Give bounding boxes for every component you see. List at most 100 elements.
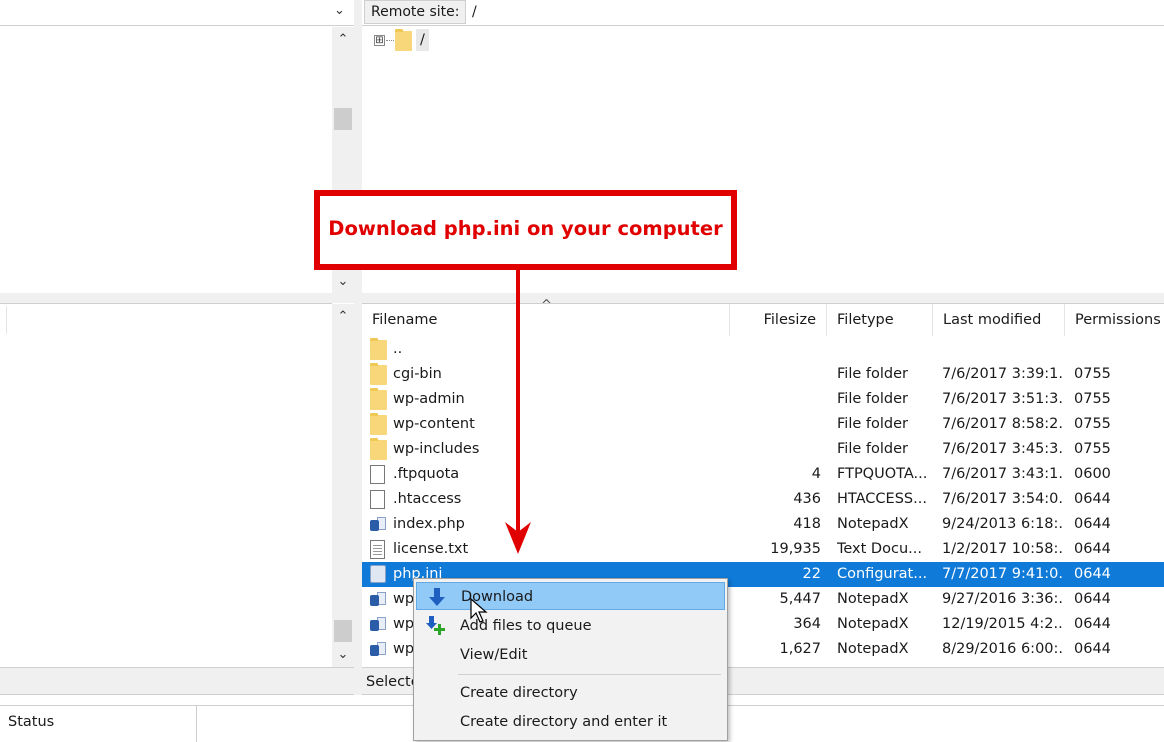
column-filesize[interactable]: Filesize bbox=[730, 304, 827, 336]
scroll-down-icon[interactable]: ⌄ bbox=[332, 269, 354, 293]
file-row[interactable]: .. bbox=[362, 337, 1164, 362]
local-file-list[interactable]: ⌃ ⌄ bbox=[0, 303, 354, 668]
scroll-down-icon[interactable]: ⌄ bbox=[332, 642, 354, 666]
file-type: File folder bbox=[837, 416, 908, 432]
menu-item-view-edit[interactable]: View/Edit bbox=[416, 641, 725, 669]
vertical-splitter[interactable] bbox=[354, 303, 362, 695]
file-type: Configurat... bbox=[837, 566, 928, 582]
file-name: wp-content bbox=[393, 416, 475, 432]
file-size bbox=[730, 412, 821, 437]
folder-icon bbox=[370, 338, 388, 360]
scroll-thumb[interactable] bbox=[334, 108, 352, 130]
menu-item-create-directory[interactable]: Create directory bbox=[416, 679, 725, 707]
file-type: NotepadX bbox=[837, 641, 909, 657]
file-last-modified: 7/6/2017 3:45:3... bbox=[942, 441, 1062, 457]
file-size bbox=[730, 437, 821, 462]
column-permissions[interactable]: Permissions bbox=[1065, 304, 1164, 336]
chevron-down-icon[interactable]: ⌄ bbox=[334, 3, 345, 18]
file-permissions: 0600 bbox=[1074, 466, 1111, 482]
local-site-dropdown[interactable]: ⌄ bbox=[0, 0, 354, 26]
folder-icon bbox=[370, 413, 388, 435]
scroll-up-icon[interactable]: ⌃ bbox=[332, 304, 354, 328]
file-permissions bbox=[1074, 337, 1164, 362]
file-type: File folder bbox=[837, 391, 908, 407]
context-menu: Download Add files to queue View/Edit Cr… bbox=[413, 578, 728, 741]
php-file-icon bbox=[370, 515, 388, 535]
blank-file-icon bbox=[370, 465, 388, 485]
file-type: HTACCESS... bbox=[837, 491, 927, 507]
file-last-modified: 7/6/2017 3:43:1... bbox=[942, 466, 1062, 482]
file-permissions: 0755 bbox=[1074, 391, 1111, 407]
file-type: NotepadX bbox=[837, 516, 909, 532]
add-to-queue-icon bbox=[426, 616, 445, 635]
file-row[interactable]: index.php 418 NotepadX 9/24/2013 6:18:... 06… bbox=[362, 512, 1164, 537]
file-size bbox=[730, 337, 821, 362]
menu-item-label: Create directory bbox=[460, 685, 578, 701]
file-row[interactable]: .ftpquota 4 FTPQUOTA... 7/6/2017 3:43:1... 0… bbox=[362, 462, 1164, 487]
file-name: .. bbox=[393, 341, 403, 357]
tree-expand-icon[interactable]: ⊞ bbox=[374, 35, 385, 46]
download-arrow-icon bbox=[429, 588, 445, 606]
file-permissions: 0644 bbox=[1074, 541, 1111, 557]
file-row[interactable]: wp-admin File folder 7/6/2017 3:51:3... 075… bbox=[362, 387, 1164, 412]
file-type: NotepadX bbox=[837, 591, 909, 607]
selection-status-text: Selecte bbox=[366, 674, 420, 690]
folder-icon bbox=[370, 388, 388, 410]
file-name: index.php bbox=[393, 516, 465, 532]
scroll-thumb[interactable] bbox=[334, 620, 352, 642]
text-file-icon bbox=[370, 540, 388, 560]
file-size: 1,627 bbox=[779, 641, 821, 657]
file-row[interactable]: wp-includes File folder 7/6/2017 3:45:3...… bbox=[362, 437, 1164, 462]
file-permissions: 0755 bbox=[1074, 416, 1111, 432]
file-last-modified: 7/6/2017 8:58:2... bbox=[942, 416, 1062, 432]
file-type: File folder bbox=[837, 441, 908, 457]
file-permissions: 0644 bbox=[1074, 491, 1111, 507]
local-list-scrollbar[interactable]: ⌃ ⌄ bbox=[332, 304, 354, 668]
file-row[interactable]: .htaccess 436 HTACCESS... 7/6/2017 3:54:0..… bbox=[362, 487, 1164, 512]
file-name: .htaccess bbox=[393, 491, 462, 507]
tree-root-label[interactable]: / bbox=[416, 29, 429, 51]
config-file-icon bbox=[370, 565, 388, 585]
menu-item-download[interactable]: Download bbox=[416, 582, 725, 610]
file-name: license.txt bbox=[393, 541, 469, 557]
menu-item-add-files-to-queue[interactable]: Add files to queue bbox=[416, 612, 725, 640]
tab-status[interactable]: Status bbox=[0, 706, 197, 742]
php-file-icon bbox=[370, 640, 388, 660]
menu-item-label: View/Edit bbox=[460, 647, 528, 663]
scroll-up-icon[interactable]: ⌃ bbox=[332, 27, 354, 51]
file-size: 22 bbox=[802, 566, 821, 582]
file-permissions: 0644 bbox=[1074, 616, 1111, 632]
file-last-modified: 7/7/2017 9:41:0... bbox=[942, 566, 1062, 582]
column-last-modified[interactable]: Last modified bbox=[933, 304, 1065, 336]
file-name: .ftpquota bbox=[393, 466, 460, 482]
menu-item-create-directory-and-enter[interactable]: Create directory and enter it bbox=[416, 708, 725, 736]
blank-file-icon bbox=[370, 490, 388, 510]
file-size bbox=[730, 362, 821, 387]
file-row[interactable]: license.txt 19,935 Text Docu... 1/2/2017 10… bbox=[362, 537, 1164, 562]
file-last-modified bbox=[942, 337, 1062, 362]
remote-site-bar: Remote site: / bbox=[362, 0, 1164, 26]
file-row[interactable]: cgi-bin File folder 7/6/2017 3:39:1... 0755 bbox=[362, 362, 1164, 387]
file-permissions: 0755 bbox=[1074, 366, 1111, 382]
remote-path-input[interactable]: / bbox=[472, 0, 477, 24]
folder-icon bbox=[370, 363, 388, 385]
folder-icon bbox=[370, 438, 388, 460]
menu-separator bbox=[458, 674, 721, 675]
column-filetype[interactable]: Filetype bbox=[827, 304, 933, 336]
folder-icon bbox=[395, 29, 412, 55]
php-file-icon bbox=[370, 615, 388, 635]
local-status-strip bbox=[0, 667, 354, 695]
file-last-modified: 9/24/2013 6:18:... bbox=[942, 516, 1062, 532]
horizontal-splitter[interactable] bbox=[0, 293, 1164, 303]
file-last-modified: 1/2/2017 10:58:... bbox=[942, 541, 1062, 557]
file-size: 436 bbox=[793, 491, 821, 507]
sort-ascending-icon: ^ bbox=[541, 298, 552, 313]
file-row[interactable]: wp-content File folder 7/6/2017 8:58:2... 0… bbox=[362, 412, 1164, 437]
annotation-text: Download php.ini on your computer bbox=[328, 217, 723, 240]
file-size: 4 bbox=[811, 466, 821, 482]
file-type: File folder bbox=[837, 366, 908, 382]
file-permissions: 0644 bbox=[1074, 591, 1111, 607]
php-file-icon bbox=[370, 590, 388, 610]
file-last-modified: 7/6/2017 3:54:0... bbox=[942, 491, 1062, 507]
local-directory-tree[interactable]: ⌃ ⌄ bbox=[0, 27, 354, 293]
